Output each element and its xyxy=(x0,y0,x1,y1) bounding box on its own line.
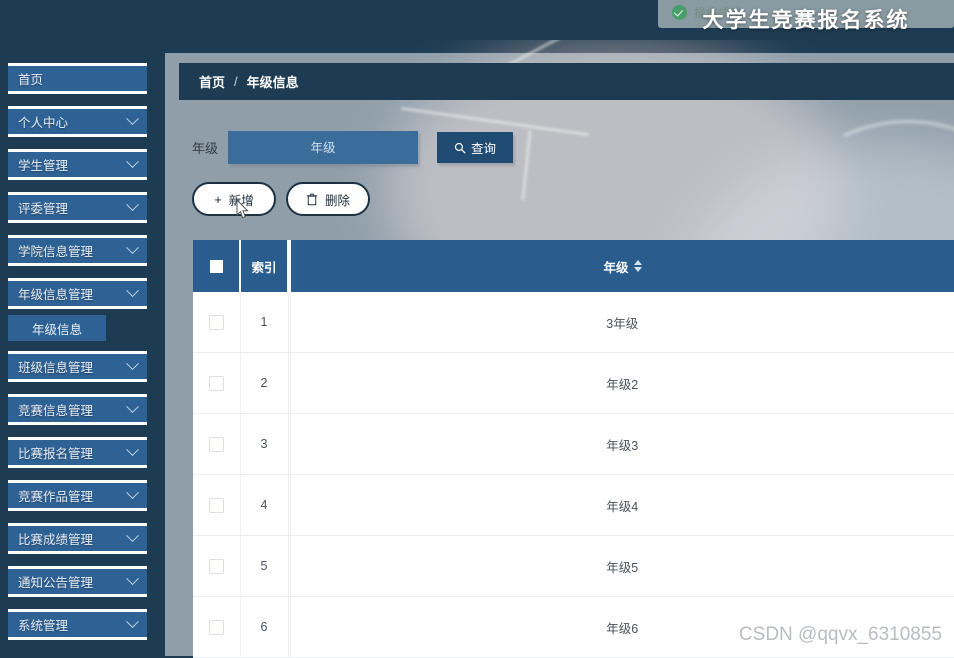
sidebar-item-label: 比赛报名管理 xyxy=(18,443,93,462)
sidebar-item-label: 学生管理 xyxy=(18,155,68,174)
row-index-cell: 3 xyxy=(240,414,288,475)
add-button[interactable]: + 新增 xyxy=(192,182,276,216)
system-title: 大学生竞赛报名系统 xyxy=(658,4,954,34)
table-row[interactable]: 3年级3 xyxy=(193,414,954,475)
row-select-cell[interactable] xyxy=(193,597,240,658)
row-select-cell[interactable] xyxy=(193,536,240,597)
sidebar-item-label: 班级信息管理 xyxy=(18,357,93,376)
row-index-cell: 2 xyxy=(240,353,288,414)
sidebar-subitem-label: 年级信息 xyxy=(32,319,82,338)
row-checkbox[interactable] xyxy=(209,437,224,452)
row-grade-cell: 年级5 xyxy=(290,536,954,597)
chevron-down-icon[interactable] xyxy=(126,198,139,211)
row-grade-cell: 3年级 xyxy=(290,292,954,353)
search-button[interactable]: 查询 xyxy=(437,132,513,163)
row-checkbox[interactable] xyxy=(209,620,224,635)
row-select-cell[interactable] xyxy=(193,353,240,414)
row-grade-cell: 年级4 xyxy=(290,475,954,536)
table-row[interactable]: 5年级5 xyxy=(193,536,954,597)
table-header-grade-label: 年级 xyxy=(603,257,628,276)
sidebar-item-10[interactable]: 竞赛作品管理 xyxy=(8,480,147,511)
chevron-down-icon[interactable] xyxy=(126,112,139,125)
magnifier-icon xyxy=(454,142,466,154)
chevron-down-icon[interactable] xyxy=(126,486,139,499)
row-select-cell[interactable] xyxy=(193,414,240,475)
row-select-cell[interactable] xyxy=(193,475,240,536)
row-index-cell: 5 xyxy=(240,536,288,597)
sidebar-item-3[interactable]: 评委管理 xyxy=(8,192,147,223)
sidebar-item-label: 比赛成绩管理 xyxy=(18,529,93,548)
sidebar-item-label: 竞赛信息管理 xyxy=(18,400,93,419)
sidebar-item-label: 学院信息管理 xyxy=(18,241,93,260)
sidebar-item-label: 通知公告管理 xyxy=(18,572,93,591)
row-checkbox[interactable] xyxy=(209,376,224,391)
table-header-select-all[interactable] xyxy=(193,240,240,292)
sidebar-item-label: 评委管理 xyxy=(18,198,68,217)
filter-row: 年级 查询 xyxy=(192,131,513,164)
breadcrumb: 首页 / 年级信息 xyxy=(179,63,954,100)
row-grade-cell: 年级2 xyxy=(290,353,954,414)
action-button-row: + 新增 删除 xyxy=(192,182,370,216)
sidebar-item-4[interactable]: 学院信息管理 xyxy=(8,235,147,266)
chevron-down-icon[interactable] xyxy=(126,241,139,254)
sidebar-item-11[interactable]: 比赛成绩管理 xyxy=(8,523,147,554)
chevron-down-icon[interactable] xyxy=(126,400,139,413)
row-index-cell: 4 xyxy=(240,475,288,536)
sidebar-item-7[interactable]: 班级信息管理 xyxy=(8,351,147,382)
table-header-row: 索引 年级 xyxy=(193,240,954,292)
table-row[interactable]: 13年级 xyxy=(193,292,954,353)
chevron-down-icon[interactable] xyxy=(126,443,139,456)
row-index-cell: 6 xyxy=(240,597,288,658)
chevron-down-icon[interactable] xyxy=(126,357,139,370)
row-index-cell: 1 xyxy=(240,292,288,353)
breadcrumb-separator: / xyxy=(234,74,238,89)
sidebar-item-label: 年级信息管理 xyxy=(18,284,93,303)
breadcrumb-home[interactable]: 首页 xyxy=(199,72,225,91)
add-button-label: 新增 xyxy=(229,190,254,209)
sidebar-item-label: 竞赛作品管理 xyxy=(18,486,93,505)
trash-icon xyxy=(306,193,318,206)
sidebar-item-0[interactable]: 首页 xyxy=(8,63,147,94)
sidebar-item-label: 个人中心 xyxy=(18,112,68,131)
grade-field-label: 年级 xyxy=(192,138,218,157)
delete-button[interactable]: 删除 xyxy=(286,182,370,216)
select-all-checkbox[interactable] xyxy=(210,260,223,273)
sidebar-item-label: 首页 xyxy=(18,69,43,88)
sidebar-subitem-6[interactable]: 年级信息 xyxy=(8,315,106,341)
sidebar-item-12[interactable]: 通知公告管理 xyxy=(8,566,147,597)
chevron-down-icon[interactable] xyxy=(126,529,139,542)
sidebar-item-label: 系统管理 xyxy=(18,615,68,634)
sort-arrows-icon[interactable] xyxy=(634,260,642,272)
row-checkbox[interactable] xyxy=(209,315,224,330)
table-header-index-label: 索引 xyxy=(251,261,276,275)
sidebar-item-2[interactable]: 学生管理 xyxy=(8,149,147,180)
breadcrumb-current: 年级信息 xyxy=(247,72,299,91)
sidebar-item-8[interactable]: 竞赛信息管理 xyxy=(8,394,147,425)
row-checkbox[interactable] xyxy=(209,559,224,574)
chevron-down-icon[interactable] xyxy=(126,572,139,585)
delete-button-label: 删除 xyxy=(325,190,350,209)
chevron-down-icon[interactable] xyxy=(126,284,139,297)
watermark: CSDN @qqvx_6310855 xyxy=(739,624,942,646)
table-header-grade[interactable]: 年级 xyxy=(290,240,954,292)
sidebar-item-9[interactable]: 比赛报名管理 xyxy=(8,437,147,468)
sidebar-item-13[interactable]: 系统管理 xyxy=(8,609,147,640)
table-row[interactable]: 4年级4 xyxy=(193,475,954,536)
search-button-label: 查询 xyxy=(471,138,496,157)
grade-table: 索引 年级 13年级2年级23年级34年级45年级56年级6 xyxy=(193,240,954,658)
row-grade-cell: 年级3 xyxy=(290,414,954,475)
table-header-index: 索引 xyxy=(240,240,288,292)
row-checkbox[interactable] xyxy=(209,498,224,513)
chevron-down-icon[interactable] xyxy=(126,155,139,168)
grade-search-input[interactable] xyxy=(228,131,418,164)
sidebar-item-5[interactable]: 年级信息管理 xyxy=(8,278,147,309)
plus-icon: + xyxy=(214,193,222,206)
table-row[interactable]: 2年级2 xyxy=(193,353,954,414)
chevron-down-icon[interactable] xyxy=(126,615,139,628)
sidebar-item-1[interactable]: 个人中心 xyxy=(8,106,147,137)
sidebar: 首页个人中心学生管理评委管理学院信息管理年级信息管理年级信息班级信息管理竞赛信息… xyxy=(0,0,155,656)
row-select-cell[interactable] xyxy=(193,292,240,353)
